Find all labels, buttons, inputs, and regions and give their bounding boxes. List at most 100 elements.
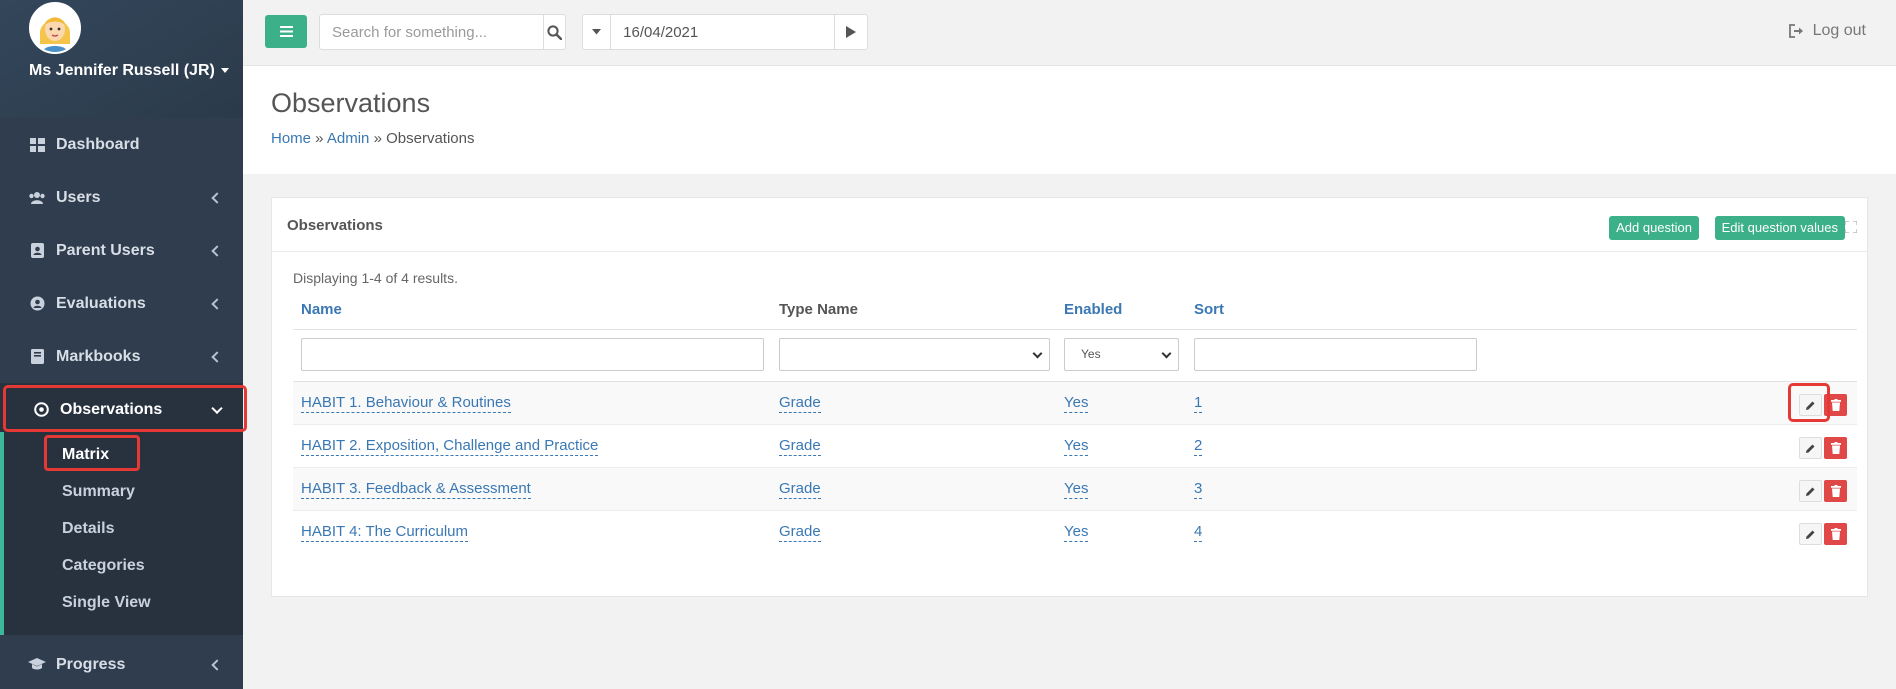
submenu-item-matrix[interactable]: Matrix <box>4 436 243 473</box>
sidebar-item-progress[interactable]: Progress <box>0 638 243 689</box>
edit-button[interactable] <box>1799 437 1822 459</box>
row-name-link[interactable]: HABIT 3. Feedback & Assessment <box>301 480 531 499</box>
row-enabled-link[interactable]: Yes <box>1064 437 1089 456</box>
user-menu-toggle[interactable]: Ms Jennifer Russell (JR) <box>29 62 229 80</box>
date-input[interactable] <box>611 15 835 49</box>
graduation-cap-icon <box>28 657 46 673</box>
logout-label: Log out <box>1812 22 1866 39</box>
sidebar-item-evaluations[interactable]: Evaluations <box>0 277 243 330</box>
row-name-link[interactable]: HABIT 4: The Curriculum <box>301 523 468 542</box>
edit-question-values-button[interactable]: Edit question values <box>1714 216 1845 240</box>
logout-link[interactable]: Log out <box>1788 22 1866 40</box>
filter-row: Yes <box>293 330 1857 382</box>
panel-header: Observations Add question Edit question … <box>272 198 1867 252</box>
submenu-item-label: Categories <box>62 556 145 574</box>
table-row: HABIT 4: The Curriculum Grade Yes 4 <box>293 511 1857 554</box>
trash-icon <box>1830 485 1841 497</box>
hamburger-icon <box>279 26 293 37</box>
sidebar-item-observations[interactable]: Observations <box>0 383 243 436</box>
row-sort-link[interactable]: 3 <box>1194 480 1203 499</box>
submenu-item-single-view[interactable]: Single View <box>4 584 243 621</box>
pencil-icon <box>1806 530 1815 539</box>
add-question-button[interactable]: Add question <box>1609 216 1699 240</box>
sidebar-item-dashboard[interactable]: Dashboard <box>0 118 243 171</box>
search-button[interactable] <box>543 15 565 49</box>
column-header-type-name: Type Name <box>779 301 858 318</box>
delete-button[interactable] <box>1824 480 1847 502</box>
dashboard-icon <box>28 137 46 153</box>
submenu-item-categories[interactable]: Categories <box>4 547 243 584</box>
date-go-button[interactable] <box>834 15 867 49</box>
row-type-link[interactable]: Grade <box>779 480 821 499</box>
sidebar-item-markbooks[interactable]: Markbooks <box>0 330 243 383</box>
edit-button[interactable] <box>1799 480 1822 502</box>
sign-out-icon <box>1788 24 1803 38</box>
top-bar: Log out <box>243 0 1896 66</box>
breadcrumb-admin[interactable]: Admin <box>327 130 370 147</box>
row-enabled-link[interactable]: Yes <box>1064 480 1089 499</box>
breadcrumb: Home » Admin » Observations <box>271 130 474 147</box>
observations-icon <box>32 402 50 418</box>
sidebar-item-label: Dashboard <box>56 135 140 153</box>
page-title: Observations <box>271 88 431 118</box>
sort-filter-input[interactable] <box>1194 338 1477 371</box>
table-row: HABIT 3. Feedback & Assessment Grade Yes… <box>293 468 1857 511</box>
row-type-link[interactable]: Grade <box>779 394 821 413</box>
delete-button[interactable] <box>1824 437 1847 459</box>
column-header-sort[interactable]: Sort <box>1194 301 1224 318</box>
row-type-link[interactable]: Grade <box>779 523 821 542</box>
type-name-filter-select[interactable] <box>779 338 1050 371</box>
sidebar-item-label: Progress <box>56 655 126 673</box>
column-header-enabled[interactable]: Enabled <box>1064 301 1122 318</box>
column-header-name[interactable]: Name <box>301 301 342 318</box>
chevron-left-icon <box>211 297 223 310</box>
row-enabled-link[interactable]: Yes <box>1064 394 1089 413</box>
submenu-item-details[interactable]: Details <box>4 510 243 547</box>
trash-icon <box>1830 528 1841 540</box>
row-sort-link[interactable]: 1 <box>1194 394 1203 413</box>
search-icon <box>547 24 562 40</box>
observations-panel: Observations Add question Edit question … <box>271 197 1868 597</box>
submenu-item-label: Matrix <box>62 445 110 463</box>
avatar[interactable] <box>29 2 81 54</box>
panel-title: Observations <box>287 217 383 234</box>
edit-button[interactable] <box>1799 523 1822 545</box>
expand-icon[interactable] <box>1844 220 1858 238</box>
chevron-down-icon <box>1032 348 1043 359</box>
row-sort-link[interactable]: 4 <box>1194 523 1203 542</box>
table-row: HABIT 2. Exposition, Challenge and Pract… <box>293 425 1857 468</box>
enabled-filter-select[interactable]: Yes <box>1064 338 1179 371</box>
sidebar-item-label: Parent Users <box>56 241 155 259</box>
breadcrumb-home[interactable]: Home <box>271 130 311 147</box>
sidebar-item-parent-users[interactable]: Parent Users <box>0 224 243 277</box>
breadcrumb-separator: » <box>311 130 327 147</box>
submenu-item-label: Summary <box>62 482 135 500</box>
parent-users-icon <box>28 243 46 259</box>
date-dropdown-button[interactable] <box>583 15 612 49</box>
menu-toggle-button[interactable] <box>265 15 307 48</box>
chevron-left-icon <box>211 350 223 363</box>
users-icon <box>28 190 46 206</box>
search-input[interactable] <box>320 15 543 49</box>
row-sort-link[interactable]: 2 <box>1194 437 1203 456</box>
submenu-item-summary[interactable]: Summary <box>4 473 243 510</box>
name-filter-input[interactable] <box>301 338 764 371</box>
observations-submenu: Matrix Summary Details Categories Single… <box>0 432 243 635</box>
delete-button[interactable] <box>1824 523 1847 545</box>
row-type-link[interactable]: Grade <box>779 437 821 456</box>
caret-down-icon <box>592 29 602 35</box>
sidebar-item-label: Markbooks <box>56 347 141 365</box>
chevron-down-icon <box>1161 348 1172 359</box>
edit-button[interactable] <box>1799 394 1822 416</box>
page-header: Observations Home » Admin » Observations <box>243 66 1896 174</box>
sidebar-item-label: Observations <box>60 400 163 418</box>
sidebar: Ms Jennifer Russell (JR) Dashboard Users… <box>0 0 243 689</box>
pencil-icon <box>1806 401 1815 410</box>
row-name-link[interactable]: HABIT 1. Behaviour & Routines <box>301 394 511 413</box>
user-name: Ms Jennifer Russell (JR) <box>29 62 215 79</box>
delete-button[interactable] <box>1824 394 1847 416</box>
sidebar-item-users[interactable]: Users <box>0 171 243 224</box>
row-name-link[interactable]: HABIT 2. Exposition, Challenge and Pract… <box>301 437 599 456</box>
sidebar-item-label: Evaluations <box>56 294 146 312</box>
row-enabled-link[interactable]: Yes <box>1064 523 1089 542</box>
